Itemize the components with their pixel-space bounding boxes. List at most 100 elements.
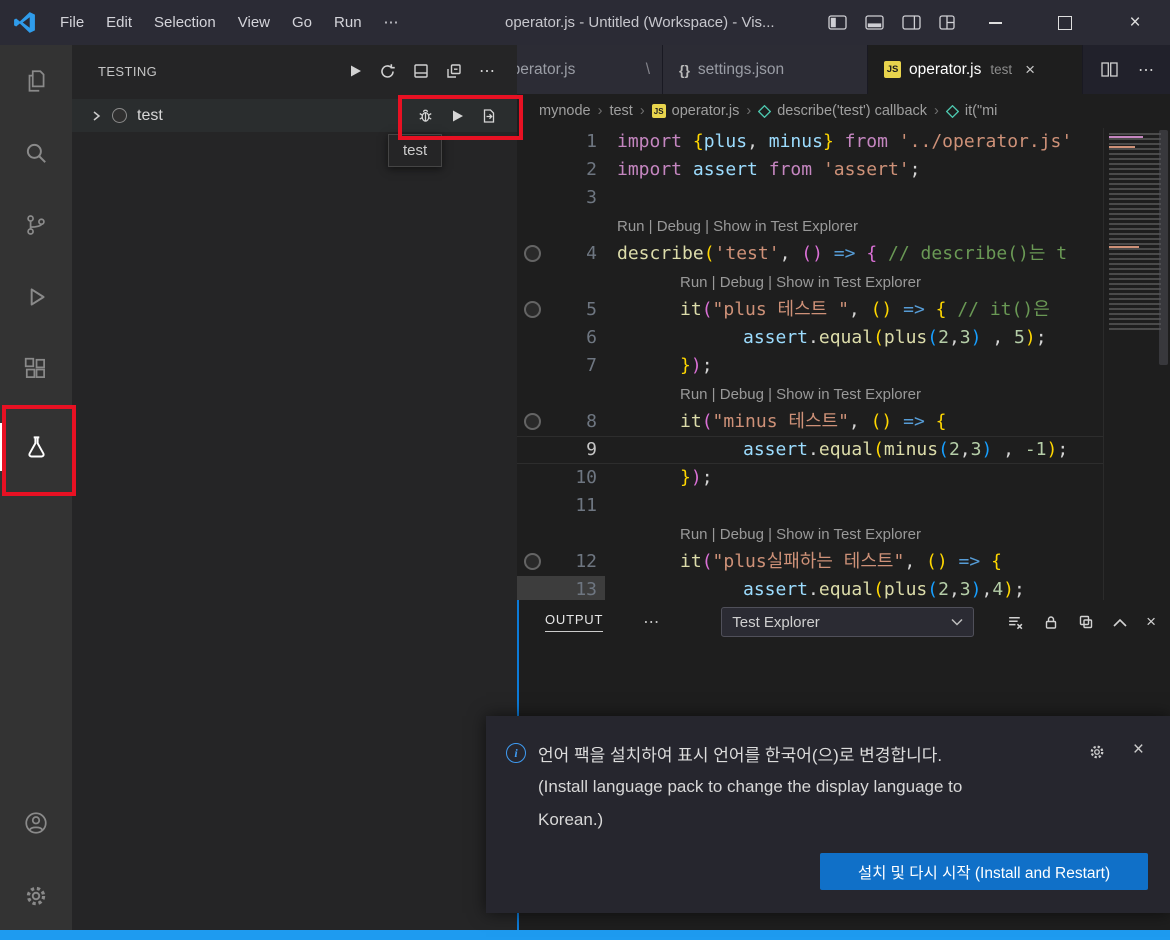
menu-more-icon[interactable]: ⋯ bbox=[373, 0, 410, 45]
open-output-in-editor-icon[interactable] bbox=[1078, 614, 1094, 630]
line-number: 1 bbox=[586, 131, 597, 152]
chevron-down-icon bbox=[951, 618, 963, 626]
sidebar-actions: ⋯ bbox=[349, 61, 495, 81]
code-line-text: }); bbox=[680, 467, 713, 488]
toggle-secondary-sidebar-icon[interactable] bbox=[902, 15, 921, 30]
run-all-tests-icon[interactable] bbox=[349, 64, 362, 78]
line-number: 11 bbox=[575, 495, 597, 516]
extensions-icon[interactable] bbox=[0, 345, 72, 393]
editor-more-actions-icon[interactable]: ⋯ bbox=[1138, 60, 1154, 80]
lock-autoscroll-icon[interactable] bbox=[1043, 614, 1059, 631]
tab-operator-js-partial[interactable]: operator.js \ bbox=[517, 45, 663, 94]
test-item-label: test bbox=[137, 106, 163, 124]
code-line-text: assert.equal(minus(2,3) , -1); bbox=[743, 439, 1069, 460]
search-icon[interactable] bbox=[0, 129, 72, 177]
codelens-row: Run | Debug | Show in Test Explorer bbox=[517, 380, 1170, 408]
codelens-actions[interactable]: Run | Debug | Show in Test Explorer bbox=[680, 274, 921, 291]
breadcrumb-mynode[interactable]: mynode bbox=[539, 103, 591, 119]
editor-scrollbar[interactable] bbox=[1159, 130, 1168, 365]
notification-message-korean: 언어 팩을 설치하여 표시 언어를 한국어(으)로 변경합니다. bbox=[538, 746, 943, 765]
settings-gear-icon[interactable] bbox=[0, 872, 72, 920]
breadcrumb-separator: › bbox=[746, 103, 752, 119]
notification-message-english-line2: Korean.) bbox=[538, 810, 604, 829]
more-actions-icon[interactable]: ⋯ bbox=[479, 61, 495, 81]
notification-settings-gear-icon[interactable] bbox=[1088, 743, 1106, 761]
line-number: 2 bbox=[586, 159, 597, 180]
chevron-right-icon[interactable] bbox=[90, 110, 102, 122]
collapse-all-icon[interactable] bbox=[446, 63, 462, 79]
editor-group-actions: ⋯ bbox=[1101, 45, 1170, 94]
codelens-actions[interactable]: Run | Debug | Show in Test Explorer bbox=[617, 218, 858, 235]
breadcrumb-describe-callback[interactable]: describe('test') callback bbox=[758, 103, 927, 119]
explorer-icon[interactable] bbox=[0, 57, 72, 105]
menu-view[interactable]: View bbox=[227, 0, 281, 45]
split-editor-icon[interactable] bbox=[1101, 62, 1118, 77]
code-line-text: assert.equal(plus(2,3) , 5); bbox=[743, 327, 1047, 348]
status-bar[interactable] bbox=[0, 930, 1170, 940]
minimize-button[interactable] bbox=[960, 0, 1030, 45]
toggle-sidebar-icon[interactable] bbox=[828, 15, 847, 30]
close-tab-icon[interactable]: × bbox=[1025, 60, 1035, 80]
code-line: 9 assert.equal(minus(2,3) , -1); bbox=[517, 436, 1170, 464]
customize-layout-icon[interactable] bbox=[939, 15, 955, 30]
code-editor[interactable]: 1 import {plus, minus} from '../operator.… bbox=[517, 128, 1170, 600]
line-number: 5 bbox=[586, 299, 597, 320]
maximize-button[interactable] bbox=[1030, 0, 1100, 45]
breadcrumb-separator: › bbox=[934, 103, 939, 119]
editor-tab-bar: operator.js \ {} settings.json JS operat… bbox=[517, 45, 1170, 94]
notification-close-icon[interactable]: × bbox=[1133, 739, 1144, 761]
install-and-restart-button[interactable]: 설치 및 다시 시작 (Install and Restart) bbox=[820, 853, 1148, 890]
info-icon: i bbox=[506, 743, 526, 763]
show-test-output-icon[interactable] bbox=[413, 63, 429, 79]
panel-tab-output[interactable]: OUTPUT bbox=[545, 612, 604, 632]
run-debug-icon[interactable] bbox=[0, 273, 72, 321]
annotation-box-testing-icon bbox=[2, 405, 76, 496]
maximize-panel-icon[interactable] bbox=[1113, 618, 1127, 627]
code-line-text: describe('test', () => { // describe()는 … bbox=[617, 243, 1068, 264]
menu-file[interactable]: File bbox=[49, 0, 95, 45]
codelens-row: Run | Debug | Show in Test Explorer bbox=[517, 212, 1170, 240]
breadcrumb-operator-js[interactable]: JS operator.js bbox=[651, 103, 739, 119]
line-number: 8 bbox=[586, 411, 597, 432]
source-control-icon[interactable] bbox=[0, 201, 72, 249]
toggle-panel-icon[interactable] bbox=[865, 15, 884, 30]
clear-output-icon[interactable] bbox=[1007, 614, 1024, 631]
code-line-text: import assert from 'assert'; bbox=[617, 159, 921, 180]
code-line: 8 it("minus 테스트", () => { bbox=[517, 408, 1170, 436]
title-bar: File Edit Selection View Go Run ⋯ operat… bbox=[0, 0, 1170, 45]
output-channel-select[interactable]: Test Explorer bbox=[721, 607, 975, 637]
refresh-tests-icon[interactable] bbox=[379, 63, 396, 80]
code-line: 4 describe('test', () => { // describe()는… bbox=[517, 240, 1170, 268]
tab-label: operator.js bbox=[909, 60, 982, 78]
tab-settings-json[interactable]: {} settings.json bbox=[663, 45, 868, 94]
accounts-icon[interactable] bbox=[0, 799, 72, 847]
tab-operator-js-active[interactable]: JS operator.js test × bbox=[868, 45, 1083, 94]
code-line: 11 bbox=[517, 492, 1170, 520]
menu-run[interactable]: Run bbox=[323, 0, 373, 45]
codelens-actions[interactable]: Run | Debug | Show in Test Explorer bbox=[680, 386, 921, 403]
menu-bar: File Edit Selection View Go Run ⋯ bbox=[49, 0, 410, 45]
notification-message-english-line1: (Install language pack to change the dis… bbox=[538, 777, 963, 796]
line-number: 13 bbox=[575, 579, 597, 600]
line-number: 10 bbox=[575, 467, 597, 488]
line-number: 7 bbox=[586, 355, 597, 376]
menu-go[interactable]: Go bbox=[281, 0, 323, 45]
close-panel-icon[interactable]: × bbox=[1146, 612, 1156, 632]
code-line: 12 it("plus실패하는 테스트", () => { bbox=[517, 548, 1170, 576]
code-line: 7}); bbox=[517, 352, 1170, 380]
breadcrumb-test[interactable]: test bbox=[609, 103, 632, 119]
tab-label: operator.js bbox=[517, 60, 576, 78]
menu-selection[interactable]: Selection bbox=[143, 0, 227, 45]
code-line-text: import {plus, minus} from '../operator.j… bbox=[617, 131, 1073, 152]
codelens-actions[interactable]: Run | Debug | Show in Test Explorer bbox=[680, 526, 921, 543]
symbol-method-icon bbox=[945, 104, 959, 118]
breadcrumb-it-callback[interactable]: it("mi bbox=[945, 103, 997, 119]
menu-edit[interactable]: Edit bbox=[95, 0, 143, 45]
panel-more-tabs-icon[interactable]: ⋯ bbox=[643, 612, 659, 632]
vscode-logo-icon bbox=[12, 10, 37, 35]
sidebar-header: TESTING ⋯ bbox=[72, 45, 517, 97]
codelens-row: Run | Debug | Show in Test Explorer bbox=[517, 268, 1170, 296]
close-window-button[interactable]: × bbox=[1100, 0, 1170, 45]
js-file-icon: JS bbox=[651, 104, 666, 118]
code-line-text: it("plus 테스트 ", () => { // it()은 bbox=[680, 299, 1061, 320]
